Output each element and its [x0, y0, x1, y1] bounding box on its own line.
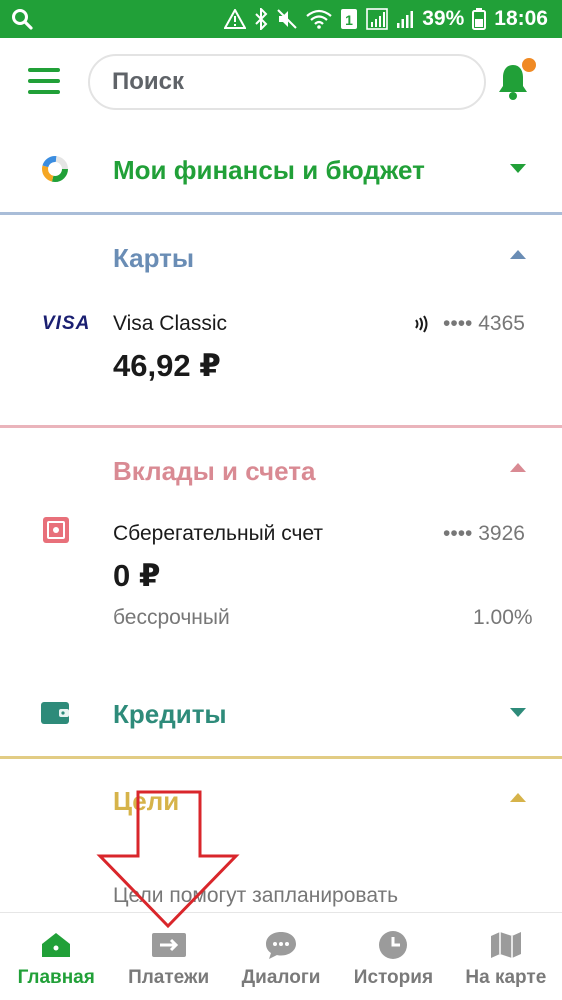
card-item[interactable]: VISA Visa Classic •••• 4365 46,92 ₽ [0, 300, 562, 400]
home-icon [38, 929, 74, 961]
chevron-down-icon [510, 708, 526, 717]
nav-label-payments: Платежи [128, 967, 210, 988]
bottom-navigation: Главная Платежи Диалоги История На карте [0, 912, 562, 1000]
account-item[interactable]: Сберегательный счет •••• 3926 0 ₽ бессро… [0, 510, 562, 640]
card-balance: 46,92 ₽ [113, 348, 221, 383]
card-name: Visa Classic [113, 312, 227, 335]
account-rate: 1.00% [473, 606, 533, 629]
section-title-credits: Кредиты [113, 698, 227, 729]
signal-icon-1 [366, 8, 389, 30]
section-title-deposits: Вклады и счета [113, 455, 316, 486]
account-term: бессрочный [113, 606, 230, 629]
section-finances[interactable]: Мои финансы и бюджет [0, 140, 562, 200]
nav-label-history: История [353, 967, 434, 988]
account-name: Сберегательный счет [113, 522, 324, 545]
budget-donut-icon [40, 154, 70, 184]
nav-label-map: На карте [465, 967, 547, 988]
contactless-icon [412, 314, 432, 339]
notification-dot [522, 58, 536, 72]
nav-home[interactable]: Главная [0, 913, 112, 1000]
app-header [0, 38, 562, 128]
bluetooth-icon [254, 8, 268, 30]
section-title-cards: Карты [113, 242, 195, 273]
section-title-finances: Мои финансы и бюджет [113, 154, 425, 185]
divider-deposits [0, 425, 562, 428]
search-icon [10, 7, 34, 31]
account-balance: 0 ₽ [113, 558, 161, 593]
nav-dialogs[interactable]: Диалоги [225, 913, 337, 1000]
search-field[interactable] [88, 54, 486, 110]
chevron-down-icon [510, 164, 526, 173]
notifications-bell-icon[interactable] [496, 58, 536, 102]
section-credits[interactable]: Кредиты [0, 684, 562, 744]
chevron-up-icon [510, 250, 526, 259]
safe-icon [42, 516, 70, 549]
nav-label-home: Главная [17, 967, 95, 988]
status-bar: 1 39% 18:06 [0, 0, 562, 38]
divider-goals [0, 756, 562, 759]
nav-history[interactable]: История [337, 913, 449, 1000]
battery-percent: 39% [422, 7, 465, 30]
goals-hint-text: Цели помогут запланировать [113, 884, 399, 907]
payments-arrow-icon [151, 929, 187, 961]
wifi-icon [306, 9, 332, 29]
nav-map[interactable]: На карте [450, 913, 562, 1000]
chat-bubble-icon [263, 929, 299, 961]
nav-payments[interactable]: Платежи [112, 913, 224, 1000]
card-masked-number: •••• 4365 [443, 312, 525, 335]
battery-icon [472, 8, 487, 30]
warning-icon [224, 9, 247, 29]
section-goals[interactable]: Цели [0, 771, 562, 831]
section-deposits[interactable]: Вклады и счета [0, 441, 562, 501]
clock-icon [375, 929, 411, 961]
search-input[interactable] [112, 68, 462, 96]
divider-cards [0, 212, 562, 215]
account-masked-number: •••• 3926 [443, 522, 525, 545]
section-title-goals: Цели [113, 785, 180, 816]
visa-logo: VISA [42, 313, 91, 334]
mute-icon [276, 8, 298, 30]
status-time: 18:06 [494, 7, 548, 30]
svg-text:1: 1 [345, 12, 353, 28]
chevron-up-icon [510, 463, 526, 472]
map-icon [488, 929, 524, 961]
chevron-up-icon [510, 793, 526, 802]
wallet-icon [40, 699, 70, 729]
section-cards[interactable]: Карты [0, 228, 562, 288]
sim-icon: 1 [340, 8, 358, 30]
nav-label-dialogs: Диалоги [241, 967, 321, 988]
hamburger-menu-icon[interactable] [28, 68, 60, 94]
signal-icon-2 [396, 9, 414, 29]
